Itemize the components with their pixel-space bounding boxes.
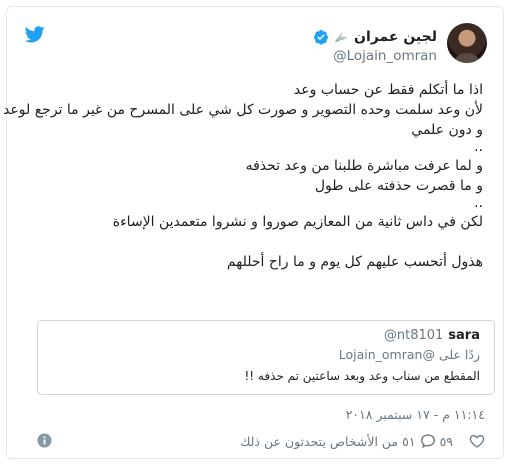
author-display-name[interactable]: لجين عمران [354, 29, 437, 45]
quoted-author[interactable]: sara @nt8101 [384, 328, 480, 343]
quoted-tweet[interactable]: sara @nt8101 ردًا على @Lojain_omran المق… [37, 320, 495, 395]
tweet-line: اذا ما أتكلم فقط عن حساب وعد [293, 82, 483, 98]
talking-about-label[interactable]: من الأشخاص يتحدثون عن ذلك [240, 434, 398, 449]
tweet-body: اذا ما أتكلم فقط عن حساب وعد لأن وعد سلم… [3, 80, 483, 272]
avatar[interactable] [447, 23, 487, 63]
reply-mention-link[interactable]: @Lojain_omran [339, 347, 435, 362]
info-icon[interactable] [37, 433, 52, 448]
tweet-line: لأن وعد سلمت وحده التصوير و صورت كل شي ع… [3, 102, 483, 118]
quoted-text: المقطع من سناب وعد وبعد ساعتين تم حذفه !… [244, 369, 481, 383]
dove-emoji-icon [334, 31, 348, 42]
quoted-author-name: sara [448, 328, 480, 343]
tweet-actions: ٥٩ ٥١ من الأشخاص يتحدثون عن ذلك [240, 431, 485, 451]
tweet-line-gap [23, 232, 483, 252]
like-count[interactable]: ٥٩ [440, 434, 453, 449]
tweet-line: و لما عرفت مباشرة طلبنا من وعد تحذفه [245, 158, 483, 174]
twitter-bird-icon[interactable] [25, 26, 45, 43]
quoted-reply-context: ردًا على @Lojain_omran [339, 347, 480, 362]
tweet-line: .. [474, 139, 483, 155]
author-handle[interactable]: @Lojain_omran [333, 48, 437, 64]
tweet-timestamp[interactable]: ١١:١٤ م - ١٧ سبتمبر ٢٠١٨ [346, 407, 485, 422]
embedded-tweet-card: لجين عمران @Lojain_omran اذا ما أتكلم فق… [3, 6, 504, 459]
heart-icon[interactable] [469, 433, 485, 449]
verified-badge-icon [314, 30, 329, 45]
reply-count[interactable]: ٥١ [402, 434, 415, 449]
author-name-row[interactable]: لجين عمران [313, 27, 437, 47]
tweet-line: و ما قصرت حذفته على طول [314, 178, 483, 194]
tweet-line: هذول أتحسب عليهم كل يوم و ما راح أحللهم [226, 254, 483, 270]
quoted-author-handle: @nt8101 [383, 328, 444, 343]
speech-bubble-icon[interactable] [420, 433, 436, 449]
tweet-line: .. [474, 195, 483, 211]
reply-prefix: ردًا على [438, 347, 480, 362]
tweet-line: لكن في داس ثانية من المعازيم صوروا و نشر… [112, 214, 483, 230]
tweet-header: لجين عمران @Lojain_omran [23, 23, 487, 69]
tweet-line: و دون علمي [411, 122, 483, 138]
